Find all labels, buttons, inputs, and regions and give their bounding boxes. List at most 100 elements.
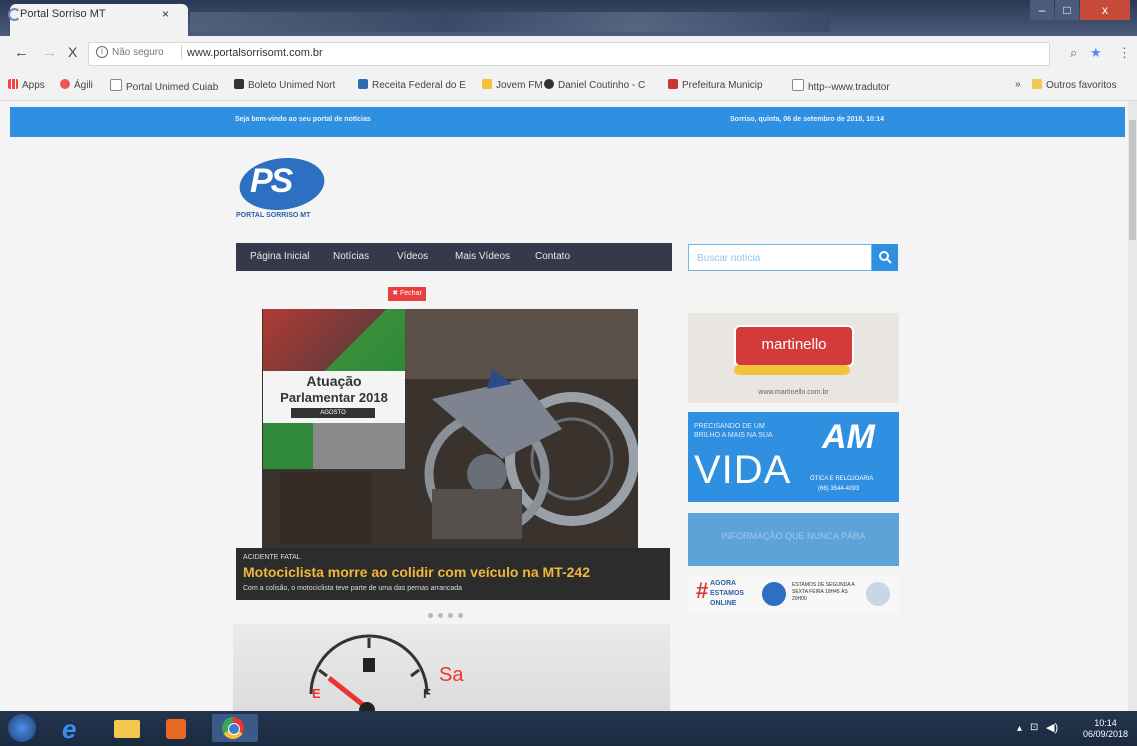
bookmarks-more-button[interactable]: »: [1015, 79, 1021, 90]
bookmark-item[interactable]: Prefeitura Municip: [668, 79, 763, 91]
volume-icon[interactable]: ◀): [1046, 721, 1058, 734]
bookmark-label: Boleto Unimed Nort: [248, 80, 336, 91]
ad-martinello[interactable]: martinello www.martinello.com.br: [688, 313, 899, 403]
online-text: AGORA ESTAMOS ONLINE: [710, 579, 744, 609]
slider-dot[interactable]: [438, 613, 443, 618]
page-icon: [792, 79, 804, 91]
tab-title: Portal Sorriso MT: [20, 8, 106, 20]
am-logo: AM: [822, 418, 875, 456]
maximize-button[interactable]: □: [1055, 0, 1079, 20]
system-clock[interactable]: 10:14 06/09/2018: [1083, 718, 1128, 740]
bookmark-item[interactable]: Jovem FM: [482, 79, 543, 91]
slide-title[interactable]: Motociclista morre ao colidir com veícul…: [243, 564, 590, 580]
close-window-button[interactable]: x: [1080, 0, 1130, 20]
radio-logo-icon: [762, 582, 786, 606]
gauge-f-label: F: [423, 686, 431, 701]
file-explorer-icon[interactable]: [114, 714, 144, 742]
clock-time: 10:14: [1094, 718, 1117, 728]
stop-button[interactable]: X: [68, 44, 77, 60]
bookmark-label: Ágili: [74, 80, 93, 91]
url-text[interactable]: www.portalsorrisomt.com.br: [187, 47, 323, 59]
fuel-gauge-article-image[interactable]: E F Sa: [233, 624, 670, 714]
fuel-brand-text: Sa: [439, 664, 464, 686]
logo-subtitle: PORTAL SORRISO MT: [236, 212, 311, 219]
star-favicon-icon: [482, 79, 492, 89]
nav-contact[interactable]: Contato: [535, 251, 570, 262]
slider-dot[interactable]: [448, 613, 453, 618]
parliament-promo-card[interactable]: Atuação Parlamentar 2018 AGOSTO: [263, 309, 405, 469]
site-favicon-icon: [668, 79, 678, 89]
logo-letters: PS: [250, 162, 293, 200]
chrome-icon: [222, 717, 244, 739]
nav-videos[interactable]: Vídeos: [397, 251, 428, 262]
seal-icon: [866, 582, 890, 606]
bookmark-label: Apps: [22, 80, 45, 91]
promo-header-image: [263, 309, 405, 371]
bookmark-apps[interactable]: Apps: [8, 79, 45, 91]
other-bookmarks-folder[interactable]: Outros favoritos: [1032, 79, 1117, 91]
menu-icon[interactable]: ⋮: [1118, 45, 1131, 61]
gauge-e-label: E: [312, 686, 321, 701]
date-text: Sorriso, quinta, 06 de setembro de 2018,…: [730, 116, 885, 123]
apps-grid-icon: [8, 79, 18, 89]
minimize-button[interactable]: –: [1030, 0, 1054, 20]
ad-online-radio[interactable]: # AGORA ESTAMOS ONLINE ESTAMOS DE SEGUNDA …: [688, 576, 899, 614]
bookmark-item[interactable]: Portal Unimed Cuiab: [110, 79, 218, 93]
welcome-bar: Seja bem-vindo ao seu portal de notícias…: [10, 107, 1125, 137]
info-icon[interactable]: i: [96, 46, 108, 58]
nav-news[interactable]: Notícias: [333, 251, 369, 262]
tab-close-button[interactable]: ×: [162, 7, 169, 21]
scrollbar-thumb[interactable]: [1129, 120, 1136, 240]
media-icon: [166, 719, 186, 739]
bookmark-label: Portal Unimed Cuiab: [126, 82, 219, 93]
site-favicon-icon: [544, 79, 554, 89]
site-favicon-icon: [358, 79, 368, 89]
bookmark-label: Daniel Coutinho - C: [558, 80, 646, 91]
chrome-center: [228, 723, 240, 735]
network-icon[interactable]: ⊡: [1030, 722, 1038, 733]
search-button[interactable]: [872, 244, 898, 271]
forward-button[interactable]: →: [42, 44, 57, 61]
zoom-icon[interactable]: ⌕: [1070, 45, 1077, 61]
bookmark-item[interactable]: Ágili: [60, 79, 93, 91]
bookmark-item[interactable]: Boleto Unimed Nort: [234, 79, 335, 91]
online-line: ONLINE: [710, 600, 737, 607]
bookmark-label: Receita Federal do E: [372, 80, 466, 91]
bookmarks-bar: Apps Ágili Portal Unimed Cuiab Boleto Un…: [0, 72, 1137, 101]
back-button[interactable]: ←: [14, 44, 29, 61]
bookmark-label: Prefeitura Municip: [682, 80, 763, 91]
slider-dot[interactable]: [428, 613, 433, 618]
online-schedule: ESTAMOS DE SEGUNDA A SEXTA FEIRA 19H45 À…: [792, 582, 855, 602]
bookmark-item[interactable]: Receita Federal do E: [358, 79, 466, 91]
site-favicon-icon: [60, 79, 70, 89]
bookmark-star-icon[interactable]: ★: [1090, 45, 1102, 61]
site-logo[interactable]: PS PORTAL SORRISO MT: [234, 158, 330, 222]
am-phone: (66) 3544-4093: [818, 486, 860, 492]
bookmark-item[interactable]: http--www.tradutor: [792, 79, 890, 93]
vida-pretext: PRECISANDO DE UM BRILHO A MAIS NA SUA: [694, 423, 773, 439]
slider-dot[interactable]: [458, 613, 463, 618]
media-player-icon[interactable]: [166, 714, 196, 742]
clock-date: 06/09/2018: [1083, 729, 1129, 739]
promo-title-2: Parlamentar 2018: [280, 390, 388, 405]
folder-icon: [114, 720, 140, 738]
online-line: AGORA: [710, 580, 737, 587]
martinello-url: www.martinello.com.br: [758, 389, 829, 396]
close-slider-button[interactable]: ✖ Fechar: [388, 287, 426, 301]
online-line: ESTAMOS: [710, 590, 745, 597]
internet-explorer-icon[interactable]: e: [62, 714, 92, 744]
bookmark-label: http--www.tradutor: [808, 82, 890, 93]
bookmark-item[interactable]: Daniel Coutinho - C: [544, 79, 645, 91]
nav-home[interactable]: Página Inicial: [250, 251, 309, 262]
start-button[interactable]: [8, 714, 38, 742]
chrome-taskbar-button[interactable]: [212, 714, 258, 742]
promo-footer-image: [263, 423, 405, 469]
bookmark-label: Jovem FM: [496, 80, 543, 91]
search-input[interactable]: Buscar notícia: [688, 244, 872, 271]
ad-banner-blue[interactable]: INFORMAÇÃO QUE NUNCA PÁRA: [688, 513, 899, 566]
martinello-ribbon: [734, 365, 850, 375]
page-icon: [110, 79, 122, 91]
nav-more-videos[interactable]: Mais Vídeos: [455, 251, 510, 262]
ad-am-otica[interactable]: PRECISANDO DE UM BRILHO A MAIS NA SUA VI…: [688, 412, 899, 502]
tray-arrow-icon[interactable]: ▴: [1017, 723, 1022, 734]
